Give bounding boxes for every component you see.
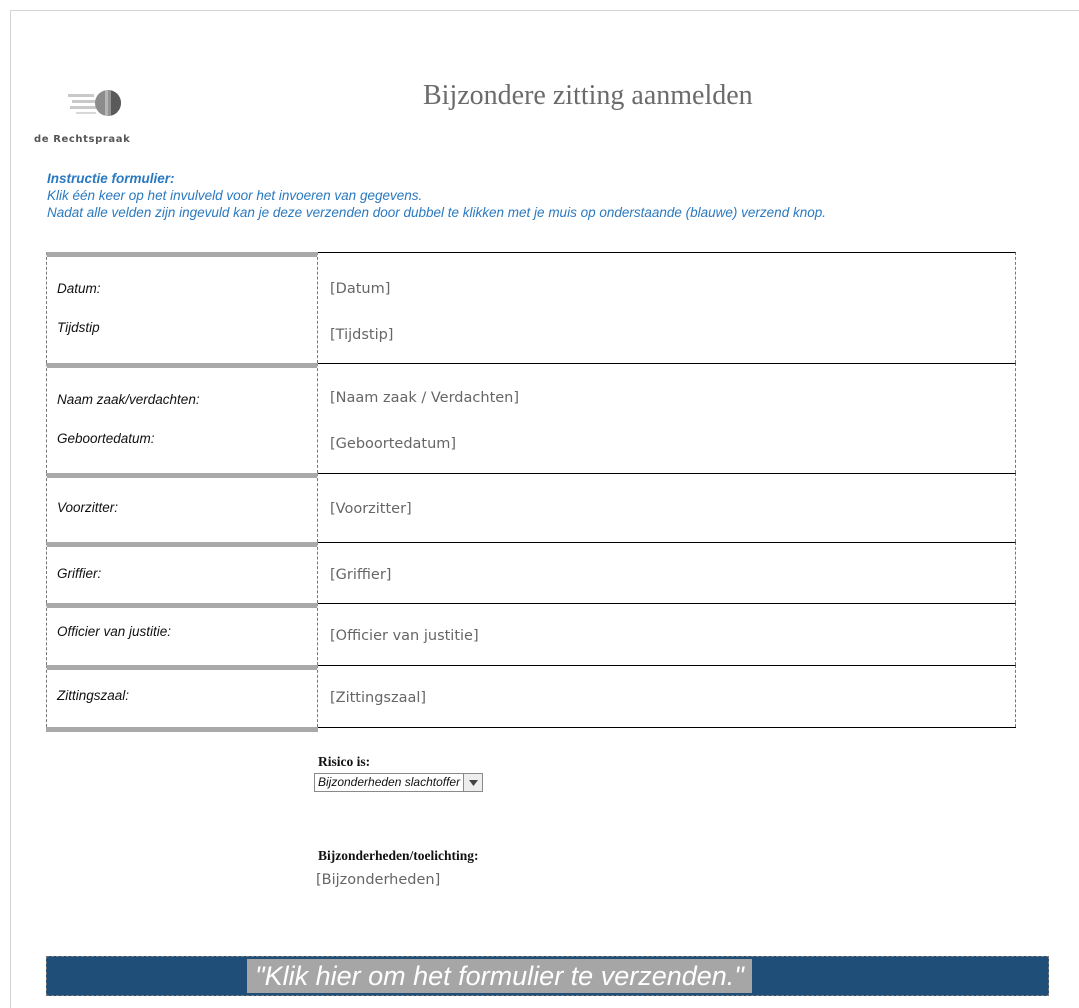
table-bottom-border [46,727,1016,732]
row-label-cell: Voorzitter: [46,473,318,542]
officier-field[interactable]: [Officier van justitie] [330,628,479,644]
row-label-cell: Datum: Tijdstip [46,252,318,363]
label-geboortedatum: Geboortedatum: [57,431,155,446]
instructions-line: Nadat alle velden zijn ingevuld kan je d… [47,205,826,220]
row-value-cell: [Datum] [Tijdstip] [318,252,1016,363]
instructions-heading: Instructie formulier: [47,171,175,186]
row-value-cell: [Officier van justitie] [318,603,1016,665]
label-voorzitter: Voorzitter: [57,500,119,515]
form-row-date-time: Datum: Tijdstip [Datum] [Tijdstip] [46,252,1016,363]
form-row-officier: Officier van justitie: [Officier van jus… [46,603,1016,665]
form-row-voorzitter: Voorzitter: [Voorzitter] [46,473,1016,542]
form-row-zittingszaal: Zittingszaal: [Zittingszaal] [46,665,1016,727]
instructions-line: Klik één keer op het invulveld voor het … [47,188,423,203]
label-tijdstip: Tijdstip [57,320,100,335]
submit-button-label: "Klik hier om het formulier te verzenden… [247,959,752,993]
griffier-field[interactable]: [Griffier] [330,567,391,583]
form-row-case: Naam zaak/verdachten: Geboortedatum: [Na… [46,363,1016,473]
submit-button[interactable]: "Klik hier om het formulier te verzenden… [46,956,1049,996]
details-label: Bijzonderheden/toelichting: [318,848,479,863]
instructions: Instructie formulier: Klik één keer op h… [47,170,826,221]
label-zittingszaal: Zittingszaal: [57,688,130,703]
page-border-top [10,10,1079,11]
naam-zaak-field[interactable]: [Naam zaak / Verdachten] [330,390,519,406]
label-officier: Officier van justitie: [57,624,172,639]
session-form-table: Datum: Tijdstip [Datum] [Tijdstip] Naam … [46,252,1016,732]
zittingszaal-field[interactable]: [Zittingszaal] [330,690,426,706]
label-griffier: Griffier: [57,566,102,581]
risk-dropdown[interactable]: Bijzonderheden slachtoffer [314,773,484,792]
rechtspraak-logo: de Rechtspraak [32,80,172,150]
row-value-cell: [Griffier] [318,542,1016,603]
row-label-cell: Naam zaak/verdachten: Geboortedatum: [46,363,318,473]
table-bottom-left [46,727,318,732]
label-datum: Datum: [57,281,101,296]
rechtspraak-logo-icon [68,90,121,116]
tijdstip-field[interactable]: [Tijdstip] [330,327,393,343]
risk-label: Risico is: [318,754,371,769]
logo-text: de Rechtspraak [34,134,131,145]
page-border [10,10,11,1008]
page-title: Bijzondere zitting aanmelden [423,80,753,111]
row-label-cell: Officier van justitie: [46,603,318,665]
row-value-cell: [Voorzitter] [318,473,1016,542]
voorzitter-field[interactable]: [Voorzitter] [330,501,412,517]
row-label-cell: Griffier: [46,542,318,603]
table-bottom-right [318,727,1016,728]
form-row-griffier: Griffier: [Griffier] [46,542,1016,603]
row-label-cell: Zittingszaal: [46,665,318,727]
row-value-cell: [Zittingszaal] [318,665,1016,727]
risk-dropdown-value: Bijzonderheden slachtoffer [315,774,465,791]
datum-field[interactable]: [Datum] [330,281,390,297]
dropdown-arrow-icon[interactable] [464,774,483,791]
details-field[interactable]: [Bijzonderheden] [316,872,440,888]
row-value-cell: [Naam zaak / Verdachten] [Geboortedatum] [318,363,1016,473]
geboortedatum-field[interactable]: [Geboortedatum] [330,436,456,452]
label-naam-zaak: Naam zaak/verdachten: [57,392,200,407]
